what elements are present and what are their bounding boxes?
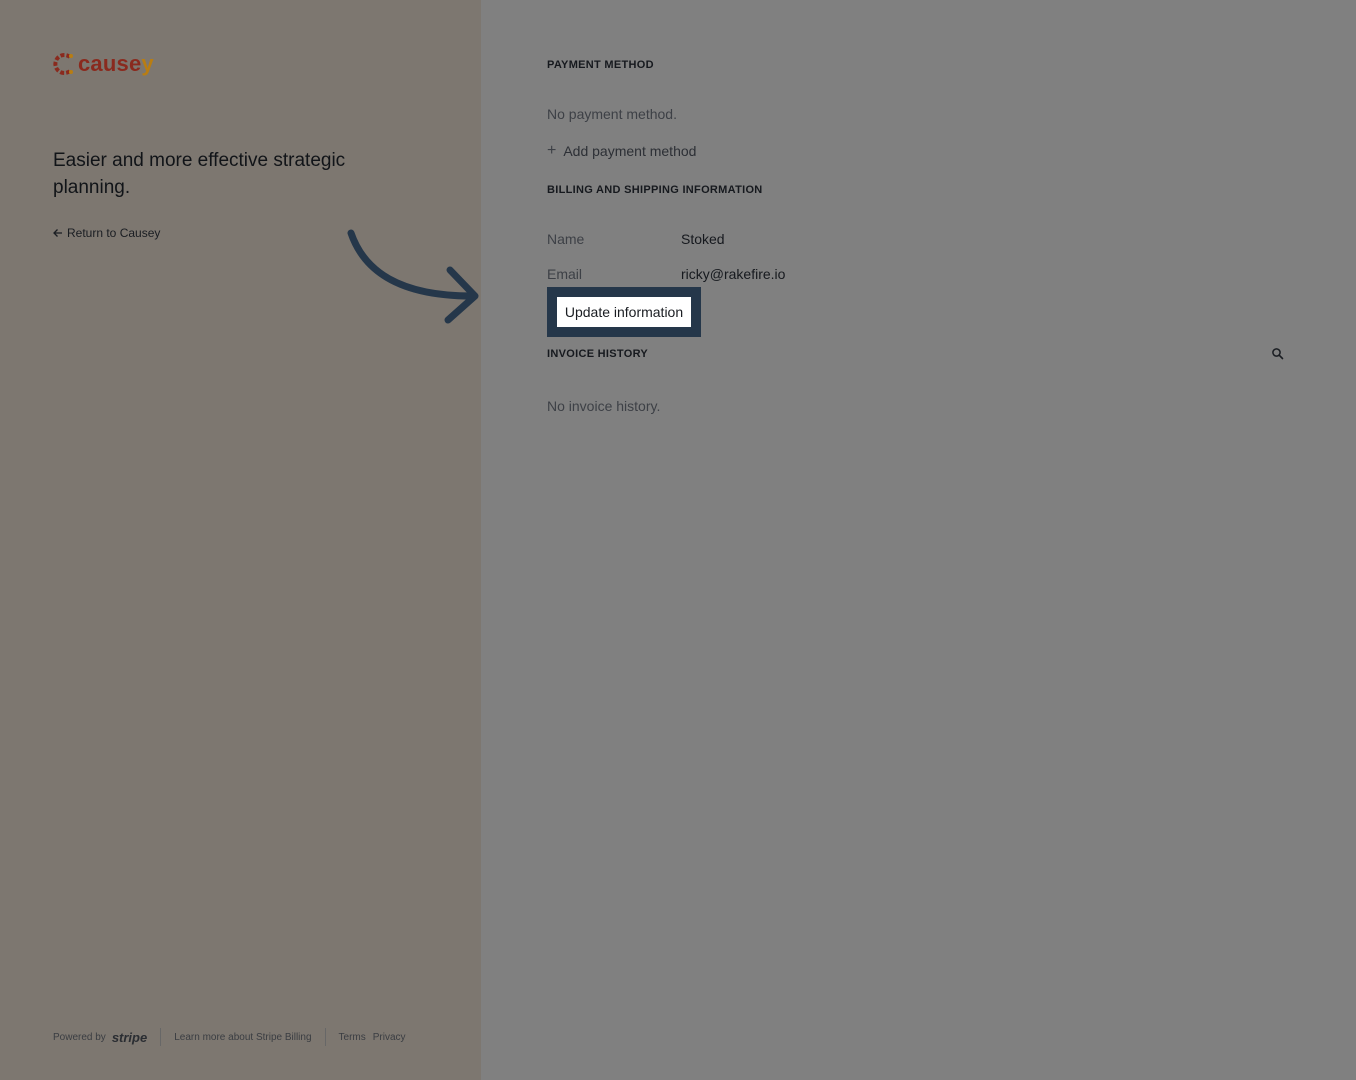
payment-method-heading: PAYMENT METHOD (547, 59, 654, 71)
name-value: Stoked (681, 231, 725, 247)
plus-icon: + (547, 142, 557, 159)
footer: Powered by stripe Learn more about Strip… (53, 1028, 406, 1046)
no-payment-method-text: No payment method. (547, 106, 677, 122)
footer-divider (160, 1028, 162, 1046)
logo-text-last: y (141, 51, 154, 76)
search-icon[interactable] (1271, 347, 1284, 360)
name-label: Name (547, 231, 585, 247)
add-payment-method-button[interactable]: + Add payment method (547, 142, 697, 160)
powered-by-label: Powered by (53, 1031, 106, 1043)
no-invoice-history-text: No invoice history. (547, 398, 661, 414)
return-link[interactable]: Return to Causey (53, 226, 160, 240)
billing-shipping-heading: BILLING AND SHIPPING INFORMATION (547, 184, 763, 196)
update-information-button[interactable]: Update information (557, 297, 691, 327)
add-payment-method-label: Add payment method (563, 143, 697, 159)
right-panel (481, 0, 1356, 1080)
invoice-history-heading: INVOICE HISTORY (547, 348, 649, 360)
causey-logo[interactable]: causey (53, 52, 154, 76)
terms-link[interactable]: Terms (339, 1032, 366, 1043)
annotation-arrow-icon (347, 229, 479, 324)
footer-divider (324, 1028, 326, 1046)
logo-text: causey (78, 52, 154, 76)
tagline: Easier and more effective strategic plan… (53, 150, 346, 198)
stripe-logo[interactable]: stripe (112, 1030, 147, 1045)
email-value: ricky@rakefire.io (681, 266, 786, 282)
causey-logo-icon (53, 53, 73, 75)
logo-text-main: cause (78, 51, 142, 76)
return-link-label: Return to Causey (67, 226, 161, 240)
email-label: Email (547, 266, 583, 282)
privacy-link[interactable]: Privacy (373, 1032, 406, 1043)
arrow-left-icon (53, 229, 62, 237)
learn-more-link[interactable]: Learn more about Stripe Billing (174, 1032, 311, 1043)
